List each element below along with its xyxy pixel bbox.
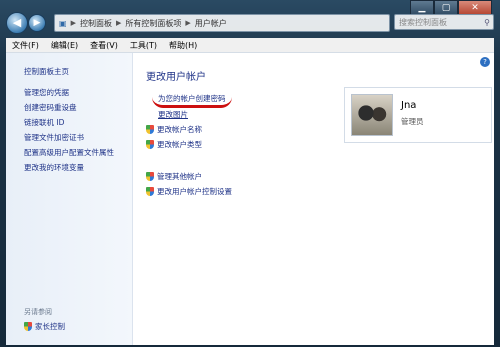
- sidebar-item-encryption[interactable]: 管理文件加密证书: [24, 132, 84, 143]
- menu-tools[interactable]: 工具(T): [124, 40, 163, 51]
- shield-icon: [146, 187, 154, 196]
- menu-edit[interactable]: 编辑(E): [45, 40, 84, 51]
- search-input[interactable]: 搜索控制面板 ⚲: [394, 14, 494, 30]
- change-picture-link[interactable]: 更改图片: [158, 109, 188, 120]
- user-name: Jna: [401, 100, 417, 111]
- content-area: 控制面板主页 管理您的凭据 创建密码重设盘 链接联机 ID 管理文件加密证书 配…: [6, 52, 494, 345]
- title-bar: ▁ ▢ ✕ ◀ ▶ ▣ ▶ 控制面板 ▶ 所有控制面板项 ▶ 用户帐户 搜索控制…: [0, 0, 500, 34]
- page-title: 更改用户帐户: [146, 72, 206, 83]
- red-highlight-mark: [152, 97, 232, 108]
- sidebar-item-label: 家长控制: [35, 322, 65, 331]
- avatar[interactable]: [351, 94, 393, 136]
- sidebar-item-env-vars[interactable]: 更改我的环境变量: [24, 162, 84, 173]
- shield-icon: [146, 172, 154, 181]
- sidebar-item-home[interactable]: 控制面板主页: [24, 66, 69, 77]
- shield-icon: [24, 322, 32, 331]
- breadcrumb-item[interactable]: 所有控制面板项: [121, 18, 185, 29]
- navigation-bar: ◀ ▶ ▣ ▶ 控制面板 ▶ 所有控制面板项 ▶ 用户帐户 搜索控制面板 ⚲: [6, 12, 494, 34]
- search-icon: ⚲: [484, 18, 490, 27]
- user-account-card: Jna 管理员: [344, 87, 492, 143]
- address-bar[interactable]: ▣ ▶ 控制面板 ▶ 所有控制面板项 ▶ 用户帐户: [54, 14, 390, 32]
- change-type-link[interactable]: 更改帐户类型: [146, 139, 202, 150]
- shield-icon: [146, 140, 154, 149]
- see-also-heading: 另请参阅: [24, 308, 52, 316]
- breadcrumb-item[interactable]: 用户帐户: [191, 18, 231, 29]
- window-frame: ▁ ▢ ✕ ◀ ▶ ▣ ▶ 控制面板 ▶ 所有控制面板项 ▶ 用户帐户 搜索控制…: [0, 0, 500, 347]
- user-role: 管理员: [401, 117, 424, 126]
- shield-icon: [146, 125, 154, 134]
- link-label: 管理其他帐户: [157, 172, 202, 181]
- link-label: 更改帐户名称: [157, 125, 202, 134]
- control-panel-icon: ▣: [59, 18, 67, 28]
- sidebar-item-parental-controls[interactable]: 家长控制: [24, 321, 65, 332]
- sidebar-item-online-id[interactable]: 链接联机 ID: [24, 117, 64, 128]
- back-button[interactable]: ◀: [6, 12, 28, 34]
- sidebar-item-credentials[interactable]: 管理您的凭据: [24, 87, 69, 98]
- menu-help[interactable]: 帮助(H): [163, 40, 203, 51]
- forward-button[interactable]: ▶: [28, 14, 46, 32]
- menu-bar: 文件(F) 编辑(E) 查看(V) 工具(T) 帮助(H): [6, 38, 494, 52]
- sidebar-item-profile[interactable]: 配置高级用户配置文件属性: [24, 147, 114, 158]
- help-icon[interactable]: ?: [480, 57, 490, 67]
- breadcrumb-item[interactable]: 控制面板: [76, 18, 116, 29]
- menu-file[interactable]: 文件(F): [6, 40, 45, 51]
- manage-other-accounts-link[interactable]: 管理其他帐户: [146, 171, 202, 182]
- menu-view[interactable]: 查看(V): [84, 40, 124, 51]
- link-label: 更改帐户类型: [157, 140, 202, 149]
- sidebar: 控制面板主页 管理您的凭据 创建密码重设盘 链接联机 ID 管理文件加密证书 配…: [6, 53, 133, 345]
- main-panel: ? 更改用户帐户 为您的帐户创建密码 更改图片 更改帐户名称 更改帐户类型 管理…: [132, 53, 494, 345]
- change-name-link[interactable]: 更改帐户名称: [146, 124, 202, 135]
- link-label: 更改用户帐户控制设置: [157, 187, 232, 196]
- uac-settings-link[interactable]: 更改用户帐户控制设置: [146, 186, 232, 197]
- search-placeholder: 搜索控制面板: [399, 18, 447, 27]
- sidebar-item-reset-disk[interactable]: 创建密码重设盘: [24, 102, 77, 113]
